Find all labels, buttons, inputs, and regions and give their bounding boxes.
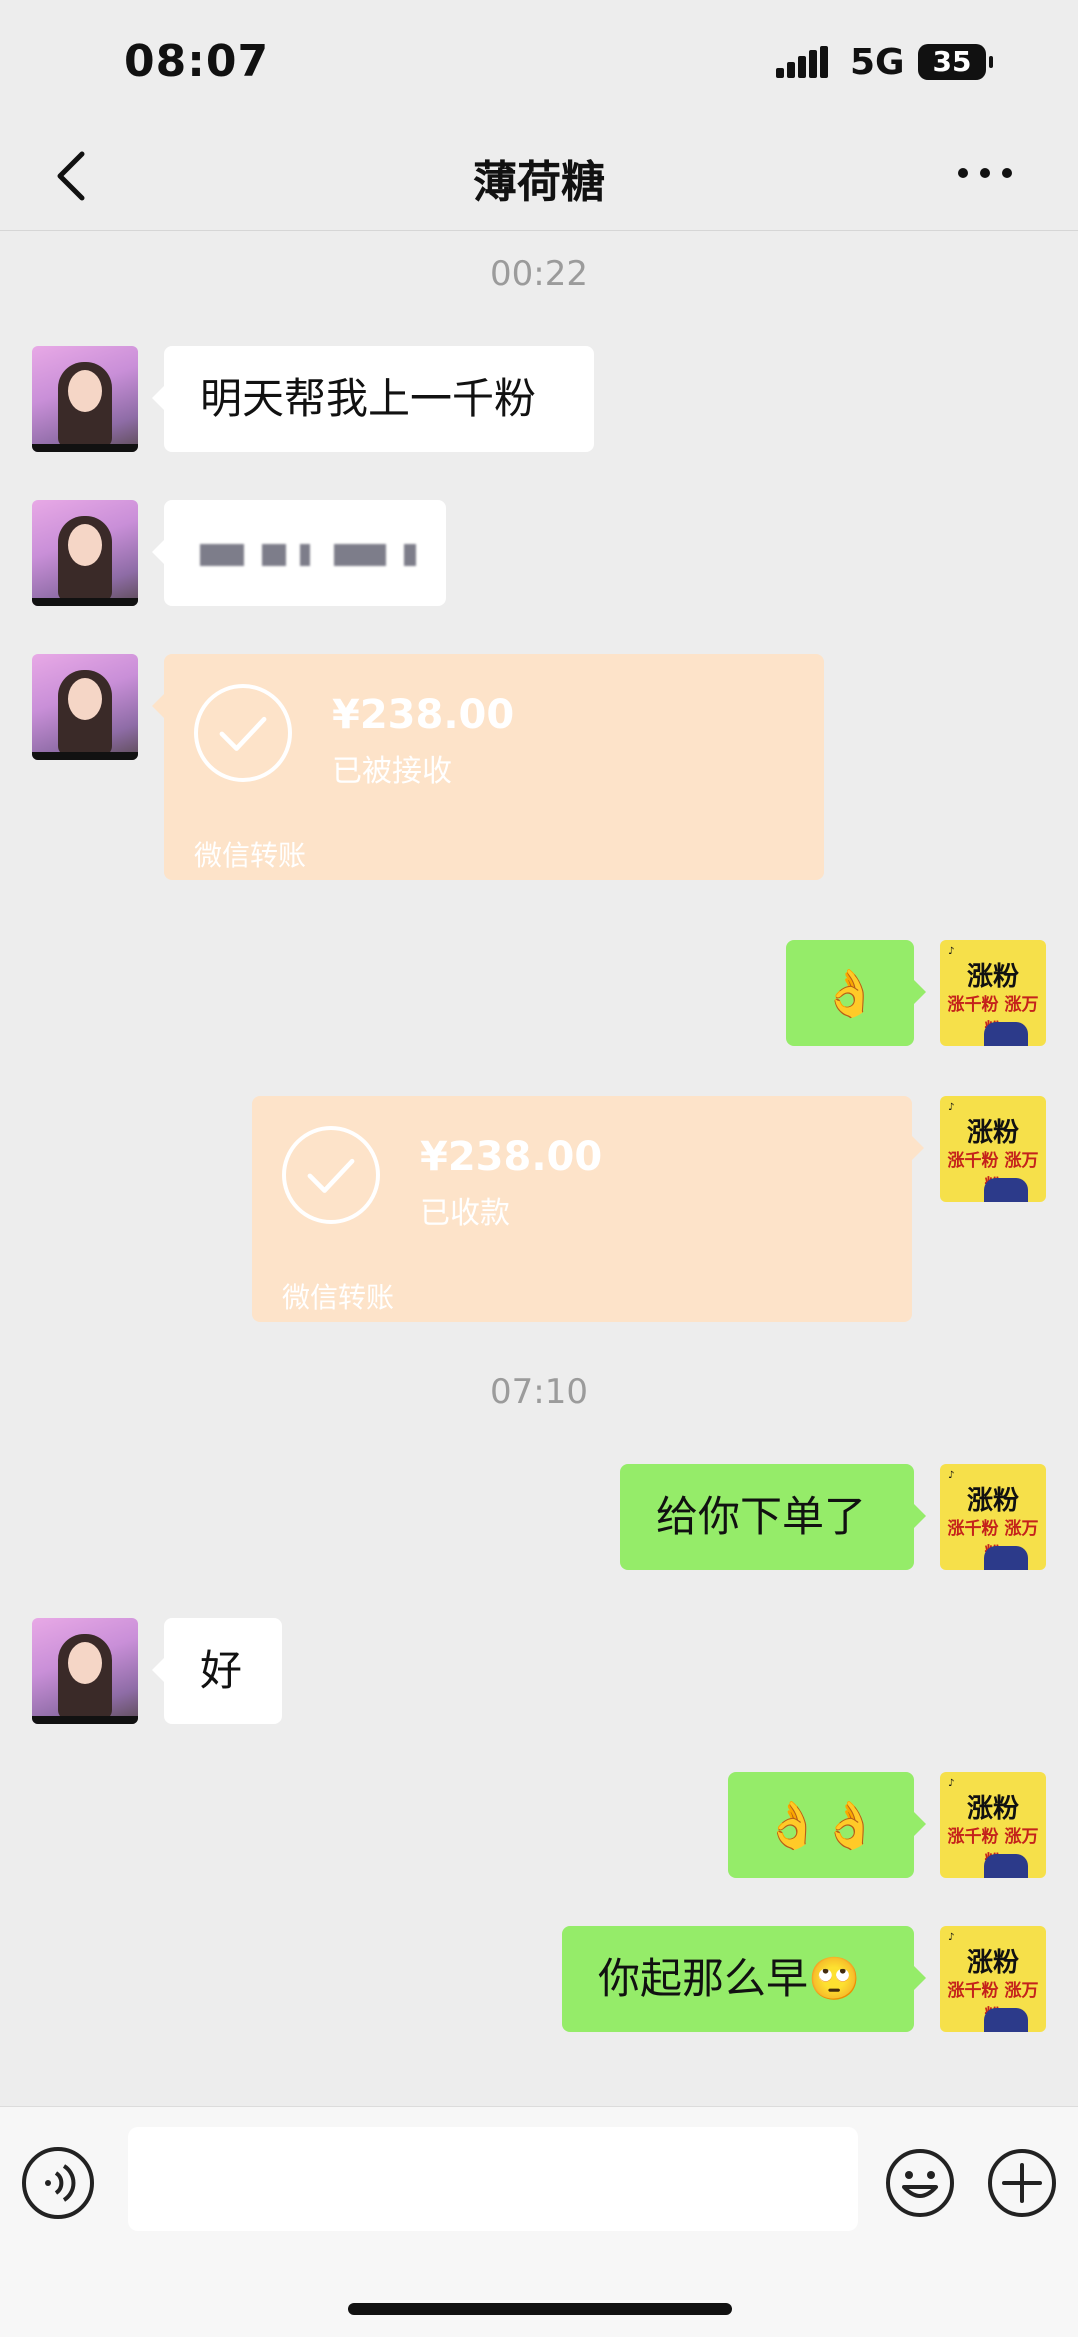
transfer-brand: 微信转账 <box>282 1281 395 1314</box>
transfer-status: 已收款 <box>420 1196 510 1231</box>
check-circle-icon <box>282 1126 380 1224</box>
avatar-title: 涨粉 <box>966 962 1019 992</box>
network-type: 5G <box>850 42 905 83</box>
message-bubble[interactable]: 👌 <box>786 940 926 1046</box>
home-indicator[interactable] <box>348 2303 732 2315</box>
avatar-title: 涨粉 <box>966 1486 1019 1516</box>
status-time: 08:07 <box>124 36 270 87</box>
message-bubble[interactable]: 你起那么早🙄 <box>562 1926 926 2032</box>
contact-avatar[interactable] <box>32 1618 138 1724</box>
chat-title: 薄荷糖 <box>473 157 605 208</box>
chat-header: 薄荷糖 <box>0 122 1078 231</box>
message-bubble[interactable]: 好 <box>152 1618 282 1724</box>
contact-avatar[interactable] <box>32 346 138 452</box>
plus-icon[interactable] <box>986 2147 1058 2219</box>
transfer-card[interactable]: ¥238.00 已被接收 微信转账 <box>152 654 824 880</box>
my-avatar[interactable]: ♪ 涨粉 涨千粉 涨万粉 <box>940 1096 1046 1202</box>
transfer-amount: ¥238.00 <box>420 1134 603 1180</box>
my-avatar[interactable]: ♪ 涨粉 涨千粉 涨万粉 <box>940 1772 1046 1878</box>
avatar-title: 涨粉 <box>966 1794 1019 1824</box>
my-avatar[interactable]: ♪ 涨粉 涨千粉 涨万粉 <box>940 1464 1046 1570</box>
contact-avatar[interactable] <box>32 500 138 606</box>
check-circle-icon <box>194 684 292 782</box>
input-bar <box>0 2106 1078 2337</box>
emoji-icon[interactable] <box>884 2147 956 2219</box>
contact-avatar[interactable] <box>32 654 138 760</box>
more-dots-icon[interactable] <box>958 166 1014 180</box>
message-bubble[interactable]: 👌👌 <box>728 1772 926 1878</box>
message-bubble[interactable]: 明天帮我上一千粉 <box>152 346 594 452</box>
timestamp: 00:22 <box>490 254 588 294</box>
transfer-amount: ¥238.00 <box>332 692 515 738</box>
battery-icon: 35 <box>918 44 993 80</box>
signal-icon <box>776 46 828 78</box>
transfer-status: 已被接收 <box>332 754 452 789</box>
avatar-title: 涨粉 <box>966 1948 1019 1978</box>
message-bubble[interactable]: 给你下单了 <box>620 1464 926 1570</box>
transfer-brand: 微信转账 <box>194 839 307 872</box>
voice-icon[interactable] <box>22 2147 94 2219</box>
timestamp: 07:10 <box>490 1372 588 1412</box>
transfer-card[interactable]: ¥238.00 已收款 微信转账 <box>252 1096 924 1322</box>
avatar-title: 涨粉 <box>966 1118 1019 1148</box>
message-input[interactable] <box>128 2127 858 2231</box>
my-avatar[interactable]: ♪ 涨粉 涨千粉 涨万粉 <box>940 940 1046 1046</box>
message-bubble-redacted[interactable] <box>152 500 446 606</box>
my-avatar[interactable]: ♪ 涨粉 涨千粉 涨万粉 <box>940 1926 1046 2032</box>
